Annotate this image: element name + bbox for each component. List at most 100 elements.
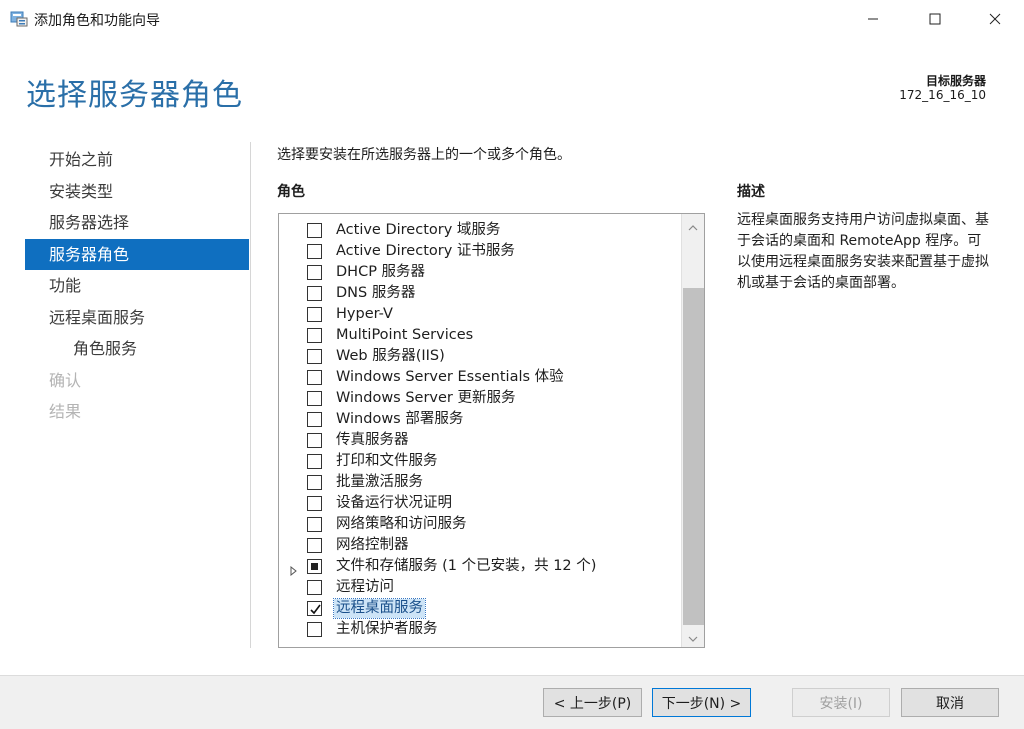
role-checkbox[interactable] <box>307 223 322 238</box>
role-checkbox-checked[interactable] <box>307 601 322 616</box>
role-checkbox[interactable] <box>307 454 322 469</box>
role-row-dhcp[interactable]: DHCP 服务器 <box>279 262 681 283</box>
checkmark-icon <box>310 604 321 615</box>
chevron-up-icon <box>688 216 698 235</box>
role-label: 主机保护者服务 <box>336 621 438 637</box>
role-label: MultiPoint Services <box>336 327 474 343</box>
role-row-volume-activation[interactable]: 批量激活服务 <box>279 472 681 493</box>
role-checkbox[interactable] <box>307 433 322 448</box>
role-row-print[interactable]: 打印和文件服务 <box>279 451 681 472</box>
title-bar: 添加角色和功能向导 <box>0 0 1024 38</box>
role-checkbox[interactable] <box>307 475 322 490</box>
nav-item-remote-desktop-services[interactable]: 远程桌面服务 <box>25 302 249 334</box>
role-checkbox[interactable] <box>307 244 322 259</box>
minimize-icon <box>867 10 879 29</box>
maximize-button[interactable] <box>912 0 958 38</box>
role-label: 打印和文件服务 <box>336 453 438 469</box>
role-row-npas[interactable]: 网络策略和访问服务 <box>279 514 681 535</box>
nav-item-role-services[interactable]: 角色服务 <box>25 333 249 365</box>
previous-button[interactable]: < 上一步(P) <box>543 688 642 717</box>
role-row-fax[interactable]: 传真服务器 <box>279 430 681 451</box>
target-server-label: 目标服务器 <box>925 74 986 88</box>
role-row-ad-ds[interactable]: Active Directory 域服务 <box>279 220 681 241</box>
role-row-wds[interactable]: Windows 部署服务 <box>279 409 681 430</box>
role-checkbox[interactable] <box>307 622 322 637</box>
scroll-thumb[interactable] <box>683 288 704 625</box>
role-label: Windows Server Essentials 体验 <box>336 369 564 385</box>
target-server-value: 172_16_16_10 <box>899 88 986 102</box>
role-row-remote-access[interactable]: 远程访问 <box>279 577 681 598</box>
role-row-multipoint[interactable]: MultiPoint Services <box>279 325 681 346</box>
role-checkbox[interactable] <box>307 307 322 322</box>
close-icon <box>989 10 1001 29</box>
role-row-file-storage[interactable]: 文件和存储服务 (1 个已安装，共 12 个) <box>279 556 681 577</box>
nav-item-results: 结果 <box>49 402 82 421</box>
role-row-ad-cs[interactable]: Active Directory 证书服务 <box>279 241 681 262</box>
role-row-network-controller[interactable]: 网络控制器 <box>279 535 681 556</box>
role-checkbox[interactable] <box>307 412 322 427</box>
roles-list[interactable]: Active Directory 域服务 Active Directory 证书… <box>278 213 705 648</box>
role-label: Active Directory 证书服务 <box>336 243 515 259</box>
role-row-remote-desktop[interactable]: 远程桌面服务 <box>279 598 681 619</box>
close-button[interactable] <box>972 0 1018 38</box>
role-checkbox[interactable] <box>307 391 322 406</box>
install-button: 安装(I) <box>792 688 890 717</box>
instruction-text: 选择要安装在所选服务器上的一个或多个角色。 <box>277 147 571 163</box>
nav-item-server-roles[interactable]: 服务器角色 <box>25 238 249 270</box>
scroll-down-button[interactable] <box>682 625 704 647</box>
scroll-up-button[interactable] <box>682 214 704 236</box>
role-label: 网络策略和访问服务 <box>336 516 467 532</box>
nav-item-confirmation: 确认 <box>49 370 82 390</box>
role-label: 设备运行状况证明 <box>336 495 452 511</box>
wizard-window: 添加角色和功能向导 选择服务器角色 目标服务器 172_16_16_10 开始之… <box>0 0 1024 729</box>
role-label: 远程访问 <box>336 579 394 595</box>
role-checkbox[interactable] <box>307 496 322 511</box>
chevron-down-icon <box>688 627 698 646</box>
role-label: Windows 部署服务 <box>336 411 464 427</box>
next-button[interactable]: 下一步(N) > <box>652 688 751 717</box>
role-label: 批量激活服务 <box>336 474 423 490</box>
role-label-selected: 远程桌面服务 <box>333 598 426 619</box>
page-title: 选择服务器角色 <box>26 78 243 113</box>
maximize-icon <box>929 10 941 29</box>
roles-list-items: Active Directory 域服务 Active Directory 证书… <box>279 220 681 640</box>
role-label: 文件和存储服务 (1 个已安装，共 12 个) <box>336 558 597 574</box>
footer-bar: < 上一步(P) 下一步(N) > 安装(I) 取消 <box>0 675 1024 729</box>
role-label: DNS 服务器 <box>336 285 416 301</box>
nav-item-features[interactable]: 功能 <box>25 270 249 302</box>
description-text: 远程桌面服务支持用户访问虚拟桌面、基于会话的桌面和 RemoteApp 程序。可… <box>737 212 989 291</box>
role-checkbox[interactable] <box>307 286 322 301</box>
role-checkbox[interactable] <box>307 349 322 364</box>
server-manager-icon <box>10 11 28 27</box>
nav-divider <box>250 142 251 648</box>
wizard-nav: 开始之前 安装类型 服务器选择 服务器角色 功能 远程桌面服务 角色服务 确认 … <box>25 144 249 428</box>
role-row-web-iis[interactable]: Web 服务器(IIS) <box>279 346 681 367</box>
window-title: 添加角色和功能向导 <box>34 13 160 29</box>
role-label: Hyper-V <box>336 306 393 322</box>
role-row-hyper-v[interactable]: Hyper-V <box>279 304 681 325</box>
minimize-button[interactable] <box>850 0 896 38</box>
role-label: Web 服务器(IIS) <box>336 348 445 364</box>
nav-item-server-selection[interactable]: 服务器选择 <box>25 207 249 239</box>
role-checkbox[interactable] <box>307 538 322 553</box>
role-label: DHCP 服务器 <box>336 264 426 280</box>
role-checkbox[interactable] <box>307 370 322 385</box>
cancel-button[interactable]: 取消 <box>901 688 999 717</box>
roles-heading: 角色 <box>277 184 305 200</box>
role-checkbox[interactable] <box>307 328 322 343</box>
role-row-essentials[interactable]: Windows Server Essentials 体验 <box>279 367 681 388</box>
role-label: 网络控制器 <box>336 537 409 553</box>
roles-scrollbar[interactable] <box>681 214 704 647</box>
role-row-host-guardian[interactable]: 主机保护者服务 <box>279 619 681 640</box>
role-checkbox-partial[interactable] <box>307 559 322 574</box>
nav-item-before-you-begin[interactable]: 开始之前 <box>25 144 249 176</box>
nav-item-installation-type[interactable]: 安装类型 <box>25 176 249 208</box>
role-checkbox[interactable] <box>307 265 322 280</box>
role-checkbox[interactable] <box>307 580 322 595</box>
expand-arrow-icon[interactable] <box>289 561 299 577</box>
role-row-device-health[interactable]: 设备运行状况证明 <box>279 493 681 514</box>
description-heading: 描述 <box>737 184 765 200</box>
role-row-wsus[interactable]: Windows Server 更新服务 <box>279 388 681 409</box>
role-checkbox[interactable] <box>307 517 322 532</box>
role-row-dns[interactable]: DNS 服务器 <box>279 283 681 304</box>
